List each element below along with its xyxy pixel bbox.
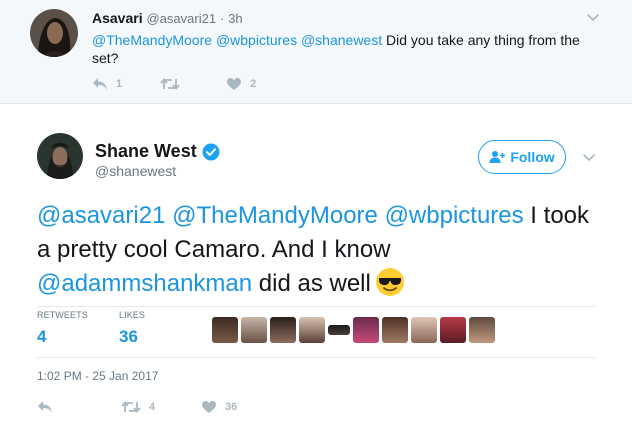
heart-icon [202,401,216,413]
mention-link[interactable]: @wbpictures [216,32,297,48]
tweet-text: @asavari21 @TheMandyMoore @wbpictures I … [37,199,607,301]
reply-tweet[interactable]: Asavari @asavari21 · 3h @TheMandyMoore @… [0,0,632,104]
chevron-down-icon[interactable] [582,150,596,164]
like-count: 36 [225,401,238,413]
liker-avatar[interactable] [212,317,238,343]
tweet-timestamp[interactable]: 1:02 PM - 25 Jan 2017 [37,369,158,383]
retweet-button[interactable] [160,77,188,91]
mention-link[interactable]: @TheMandyMoore [172,202,378,229]
chevron-down-icon[interactable] [586,10,600,24]
author-handle[interactable]: @shanewest [95,163,176,179]
likes-stat[interactable]: LIKES 36 [119,310,145,347]
like-count: 2 [250,78,257,90]
avatar[interactable] [30,9,78,57]
like-button[interactable]: 2 [226,77,256,91]
sunglasses-emoji [375,268,404,296]
like-button[interactable]: 36 [201,400,237,414]
reply-actions: 1 2 [92,76,294,92]
verified-badge-icon [202,143,220,160]
follow-button[interactable]: Follow [478,140,566,174]
reply-icon [93,78,107,90]
liker-avatar[interactable] [353,317,379,343]
reply-button[interactable]: 1 [92,77,122,91]
author-name-text[interactable]: Shane West [95,141,197,162]
mention-link[interactable]: @TheMandyMoore [92,32,212,48]
liker-avatar[interactable] [328,325,350,335]
retweets-value: 4 [37,327,47,346]
likers-avatars [212,317,498,343]
retweets-stat[interactable]: RETWEETS 4 [37,310,88,347]
mention-link[interactable]: @adammshankman [37,270,252,297]
reply-button[interactable] [37,400,61,414]
divider [37,357,595,358]
liker-avatar[interactable] [411,317,437,343]
retweet-icon [121,401,141,413]
retweet-button[interactable]: 4 [121,400,155,414]
text-space [378,202,385,229]
reply-icon [38,401,52,413]
reply-count: 1 [116,78,123,90]
retweets-label: RETWEETS [37,310,88,320]
tweet-text-body: did as well [252,270,371,297]
avatar[interactable] [37,133,83,179]
divider [37,306,595,307]
tweet-time[interactable]: 3h [228,11,242,26]
heart-icon [227,78,242,90]
author-name[interactable]: Shane West [95,141,220,162]
liker-avatar[interactable] [469,317,495,343]
reply-header: Asavari @asavari21 · 3h [92,10,243,26]
liker-avatar[interactable] [299,317,325,343]
mention-link[interactable]: @asavari21 [37,202,165,229]
author-handle[interactable]: @asavari21 [146,11,216,26]
liker-avatar[interactable] [241,317,267,343]
author-name[interactable]: Asavari [92,10,143,26]
reply-tweet-text: @TheMandyMoore @wbpictures @shanewest Di… [92,31,602,67]
liker-avatar[interactable] [440,317,466,343]
liker-avatar[interactable] [382,317,408,343]
mention-link[interactable]: @wbpictures [385,202,524,229]
retweet-count: 4 [149,401,156,413]
add-user-icon [489,151,506,163]
liker-avatar[interactable] [270,317,296,343]
mention-link[interactable]: @shanewest [301,32,382,48]
likes-value: 36 [119,327,138,346]
retweet-icon [160,78,180,90]
likes-label: LIKES [119,310,146,320]
follow-label: Follow [510,149,555,165]
separator: · [219,11,225,26]
